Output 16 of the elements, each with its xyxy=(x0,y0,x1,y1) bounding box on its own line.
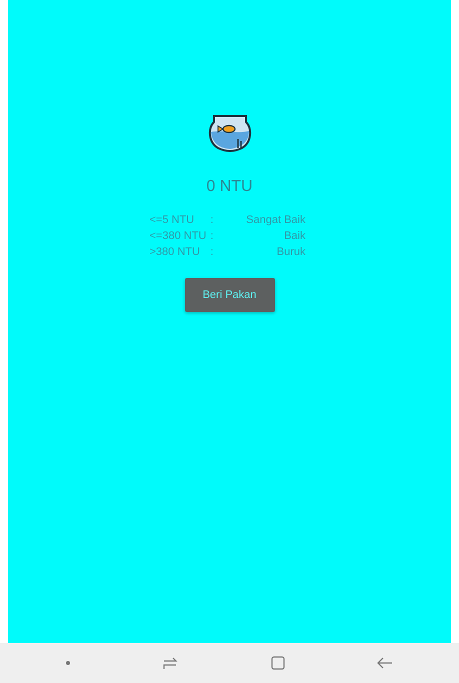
separator-text: : xyxy=(210,246,214,258)
range-label: <=380 NTU xyxy=(150,230,208,242)
dot-icon[interactable] xyxy=(66,661,70,665)
recent-apps-icon[interactable] xyxy=(162,655,178,671)
turbidity-reading: 0 NTU xyxy=(206,178,253,196)
range-label: >380 NTU xyxy=(150,246,201,258)
home-icon[interactable] xyxy=(270,656,285,670)
separator-text: : xyxy=(210,214,214,226)
fishbowl-icon xyxy=(208,112,252,152)
grade-label: Baik xyxy=(283,230,306,242)
range-label: <=5 NTU xyxy=(150,214,196,226)
back-icon[interactable] xyxy=(376,657,393,669)
grade-label: Sangat Baik xyxy=(245,214,306,226)
feed-button[interactable]: Beri Pakan xyxy=(184,278,274,312)
separator-text: : xyxy=(210,230,214,242)
grade-label: Buruk xyxy=(276,246,306,258)
